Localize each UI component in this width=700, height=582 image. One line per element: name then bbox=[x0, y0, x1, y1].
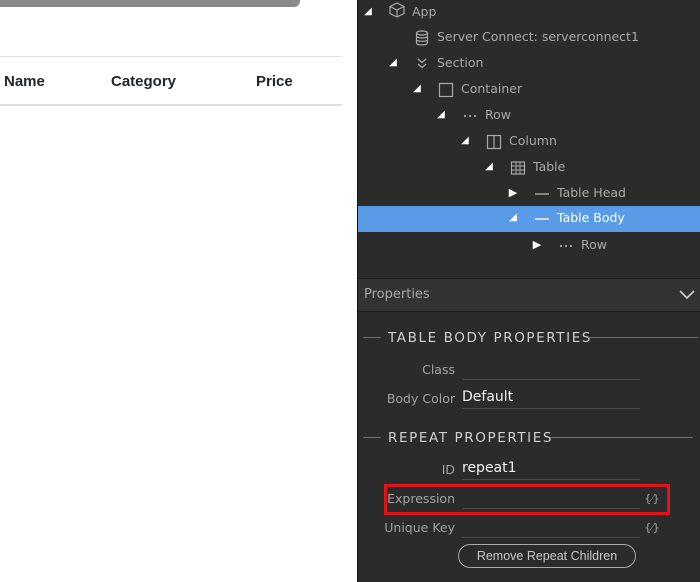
collapse-arrow-icon[interactable]: ◢ bbox=[484, 155, 494, 179]
tree-item-label: Section bbox=[437, 55, 484, 70]
design-canvas: Name Category Price bbox=[0, 0, 357, 582]
row-icon bbox=[559, 244, 573, 248]
horizontal-scrollbar[interactable] bbox=[0, 0, 300, 7]
body-color-label: Body Color bbox=[386, 391, 455, 406]
collapse-arrow-icon[interactable]: ◢ bbox=[436, 103, 446, 127]
section-divider bbox=[550, 437, 693, 438]
unique-key-picker-icon[interactable]: {⁄} bbox=[642, 520, 662, 536]
class-input[interactable] bbox=[462, 358, 640, 380]
container-icon bbox=[438, 82, 454, 98]
unique-key-label: Unique Key bbox=[384, 520, 455, 535]
dash-icon bbox=[535, 193, 549, 195]
collapse-arrow-icon[interactable]: ◢ bbox=[388, 51, 398, 75]
tree-item-label: Server Connect: serverconnect1 bbox=[437, 29, 639, 44]
body-color-select[interactable]: Default bbox=[462, 387, 640, 409]
expression-picker-icon[interactable]: {⁄} bbox=[642, 491, 662, 507]
id-input[interactable]: repeat1 bbox=[462, 458, 640, 480]
table-header-price[interactable]: Price bbox=[256, 73, 293, 90]
app-structure-panel: ◢ App Server Connect: serverconnect1 ◢ S… bbox=[358, 0, 700, 582]
tree-item-label: App bbox=[412, 4, 437, 19]
tree-item-table-head[interactable]: ▶ Table Head bbox=[358, 181, 700, 207]
section-title-repeat: REPEAT PROPERTIES bbox=[388, 430, 554, 446]
tree-item-label: Container bbox=[461, 81, 523, 96]
tree-item-label: Row bbox=[485, 107, 511, 122]
expand-arrow-icon[interactable]: ▶ bbox=[508, 181, 518, 205]
tree-item-container[interactable]: ◢ Container bbox=[358, 77, 700, 103]
section-divider bbox=[363, 337, 381, 338]
collapse-arrow-icon[interactable]: ◢ bbox=[363, 0, 373, 24]
canvas-divider bbox=[0, 56, 342, 57]
table-header-name[interactable]: Name bbox=[4, 73, 45, 90]
tree-item-row[interactable]: ◢ Row bbox=[358, 103, 700, 129]
row-icon bbox=[463, 114, 477, 118]
tree-item-label: Table Body bbox=[557, 210, 625, 225]
properties-header-label: Properties bbox=[364, 287, 430, 302]
database-icon bbox=[415, 30, 429, 46]
cube-icon bbox=[389, 2, 405, 18]
tree-item-label: Table Head bbox=[557, 185, 626, 200]
collapse-arrow-icon[interactable]: ◢ bbox=[412, 77, 422, 101]
tree-item-column[interactable]: ◢ Column bbox=[358, 129, 700, 155]
id-label: ID bbox=[441, 462, 455, 477]
expand-arrow-icon[interactable]: ▶ bbox=[532, 233, 542, 257]
tree-item-label: Table bbox=[533, 159, 566, 174]
tree-item-app[interactable]: ◢ App bbox=[358, 0, 700, 26]
section-divider bbox=[588, 337, 698, 338]
column-icon bbox=[486, 134, 502, 150]
tree-item-label: Row bbox=[581, 237, 607, 252]
tree-item-row-child[interactable]: ▶ Row bbox=[358, 233, 700, 259]
unique-key-input[interactable] bbox=[462, 516, 640, 538]
collapse-arrow-icon[interactable]: ◢ bbox=[460, 129, 470, 153]
remove-repeat-children-button[interactable]: Remove Repeat Children bbox=[458, 544, 636, 568]
section-title-table-body: TABLE BODY PROPERTIES bbox=[388, 330, 593, 346]
dash-icon bbox=[535, 218, 549, 220]
table-icon bbox=[510, 161, 526, 175]
tree-item-label: Column bbox=[509, 133, 557, 148]
tree-item-table-body[interactable]: ◢ Table Body bbox=[358, 206, 700, 232]
table-header-border bbox=[0, 104, 342, 106]
tree-item-section[interactable]: ◢ Section bbox=[358, 51, 700, 77]
chevron-down-icon[interactable] bbox=[678, 287, 696, 301]
class-label: Class bbox=[422, 362, 455, 377]
tree-item-server-connect[interactable]: Server Connect: serverconnect1 bbox=[358, 25, 700, 51]
section-divider bbox=[363, 437, 381, 438]
expression-input[interactable] bbox=[462, 487, 640, 509]
tree-item-table[interactable]: ◢ Table bbox=[358, 155, 700, 181]
collapse-arrow-icon[interactable]: ◢ bbox=[508, 206, 518, 230]
properties-header[interactable]: Properties bbox=[358, 278, 700, 312]
section-icon bbox=[417, 58, 427, 69]
expression-label: Expression bbox=[387, 491, 455, 506]
table-header-category[interactable]: Category bbox=[111, 73, 176, 90]
